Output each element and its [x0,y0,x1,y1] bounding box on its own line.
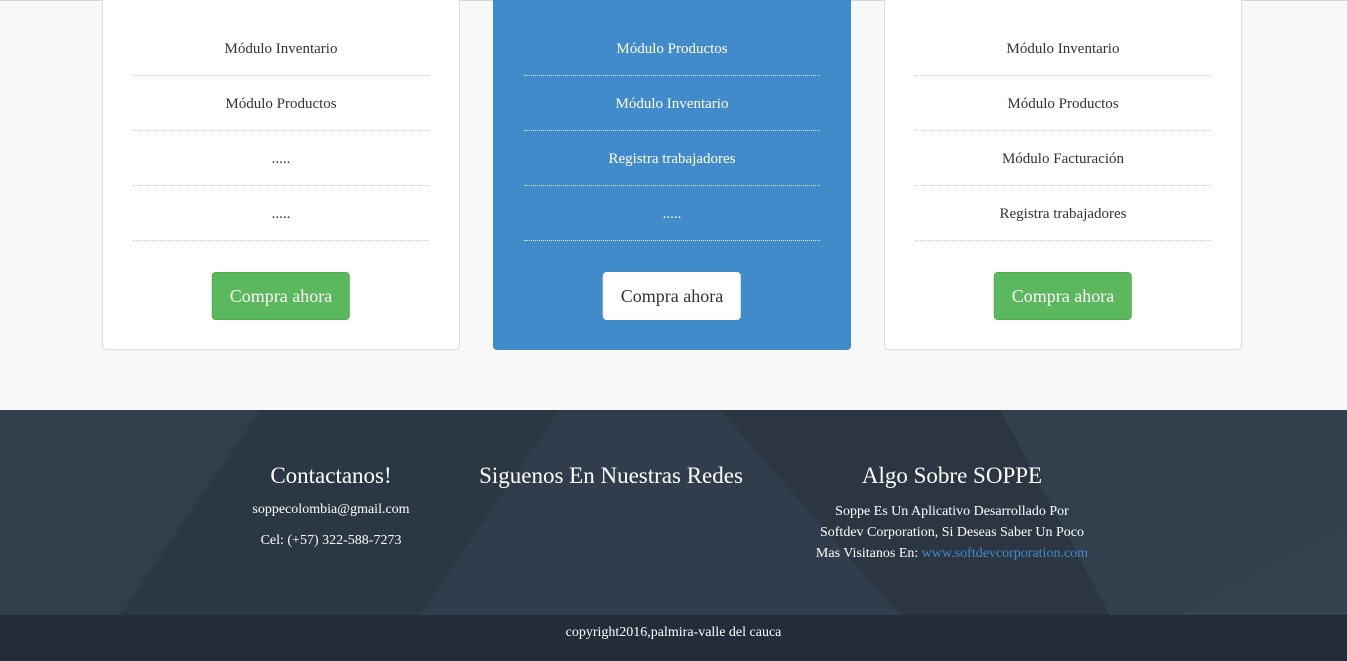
feature-list: Módulo Inventario Módulo Productos Módul… [915,21,1211,241]
feature-item: Módulo Productos [524,21,820,76]
feature-item: Módulo Productos [915,76,1211,131]
about-title: Algo Sobre SOPPE [861,463,1043,488]
company-website-link[interactable]: www.softdevcorporation.com [922,546,1088,561]
copyright-text: copyright2016,palmira-valle del cauca [565,625,782,640]
feature-item: ..... [133,186,429,241]
footer: Contactanos! soppecolombia@gmail.com Cel… [0,410,1347,615]
buy-now-button[interactable]: Compra ahora [602,272,742,320]
buy-now-button[interactable]: Compra ahora [993,272,1133,320]
about-text: Soppe Es Un Aplicativo Desarrollado Por … [782,501,1122,564]
about-line-2: Softdev Corporation, Si Deseas Saber Un … [819,525,1085,540]
about-line-3: Mas Visitanos En: [815,546,919,561]
feature-item: Módulo Inventario [524,76,820,131]
feature-item: Módulo Inventario [915,21,1211,76]
feature-item: Registra trabajadores [915,186,1211,241]
contact-column: Contactanos! soppecolombia@gmail.com Cel… [231,462,431,550]
feature-list: Módulo Productos Módulo Inventario Regis… [524,21,820,241]
contact-title: Contactanos! [270,463,392,488]
feature-item: Módulo Inventario [133,21,429,76]
contact-email: soppecolombia@gmail.com [252,502,410,517]
pricing-section: Módulo Inventario Módulo Productos .....… [0,0,1347,410]
feature-list: Módulo Inventario Módulo Productos .....… [133,21,429,241]
pricing-card-3: Módulo Inventario Módulo Productos Módul… [884,0,1242,350]
feature-item: Módulo Productos [133,76,429,131]
social-column: Siguenos En Nuestras Redes [475,462,747,490]
pricing-card-1: Módulo Inventario Módulo Productos .....… [102,0,460,350]
about-column: Algo Sobre SOPPE Soppe Es Un Aplicativo … [782,462,1122,564]
contact-phone: Cel: (+57) 322-588-7273 [260,533,402,548]
feature-item: Registra trabajadores [524,131,820,186]
pricing-card-2: Módulo Productos Módulo Inventario Regis… [493,0,851,350]
feature-item: ..... [524,186,820,241]
feature-item: Módulo Facturación [915,131,1211,186]
social-title: Siguenos En Nuestras Redes [479,463,743,488]
feature-item: ..... [133,131,429,186]
copyright-bar: copyright2016,palmira-valle del cauca [0,615,1347,661]
buy-now-button[interactable]: Compra ahora [211,272,351,320]
footer-background-pattern [0,410,1347,615]
about-line-1: Soppe Es Un Aplicativo Desarrollado Por [835,504,1069,519]
